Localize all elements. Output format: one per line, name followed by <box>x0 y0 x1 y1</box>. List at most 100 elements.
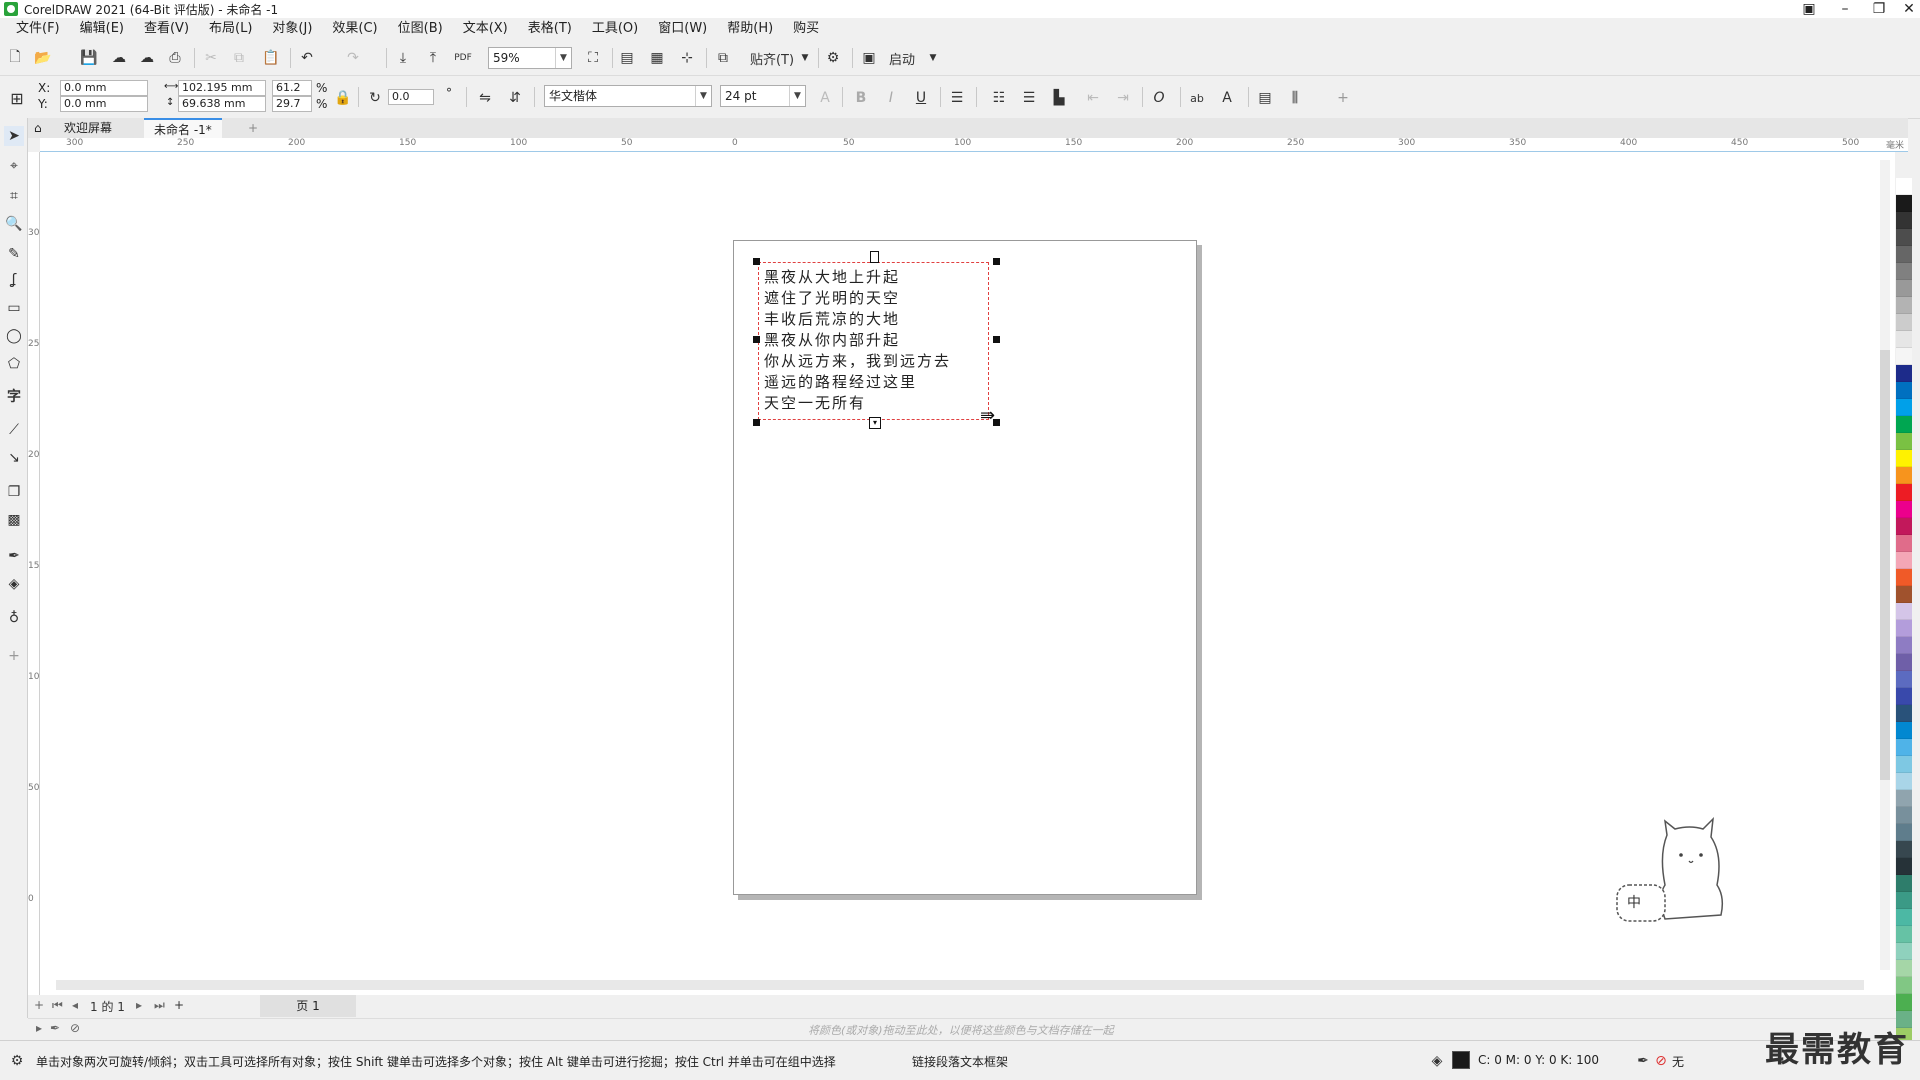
pdf-icon[interactable]: PDF <box>454 49 472 67</box>
account-icon[interactable]: ▣ <box>1792 0 1826 18</box>
parallel-dimension-icon[interactable]: ⟋ <box>4 420 24 440</box>
character-properties-icon[interactable]: A <box>1218 89 1236 107</box>
fill-icon[interactable]: ◈ <box>1428 1052 1446 1070</box>
show-grid-icon[interactable]: ▦ <box>648 49 666 67</box>
freehand-tool-icon[interactable]: ✎ <box>4 244 24 264</box>
opentype-icon[interactable]: O <box>1150 89 1168 107</box>
bullet-list-icon[interactable]: ☷ <box>990 89 1008 107</box>
width-field[interactable]: 102.195 mm <box>178 80 266 96</box>
zoom-combo[interactable]: 59% ▼ <box>488 47 572 69</box>
color-swatch[interactable] <box>1896 654 1912 671</box>
open-folder-icon[interactable]: 📂 <box>34 49 52 67</box>
outline-pen-icon[interactable]: ✒ <box>1634 1052 1652 1070</box>
new-document-icon[interactable]: 🗋 <box>6 49 24 67</box>
color-swatch[interactable] <box>1896 416 1912 433</box>
color-swatch[interactable] <box>1896 331 1912 348</box>
copy-icon[interactable]: ⧉ <box>230 49 248 67</box>
color-swatch[interactable] <box>1896 773 1912 790</box>
pick-tool-icon[interactable]: ➤ <box>4 126 24 146</box>
rotate-icon[interactable]: ↻ <box>366 89 384 107</box>
color-swatch[interactable] <box>1896 535 1912 552</box>
poem-line[interactable]: 天空一无所有 <box>764 392 866 413</box>
y-position-field[interactable]: 0.0 mm <box>60 96 148 112</box>
no-color-icon[interactable]: ⊘ <box>70 1021 80 1035</box>
color-swatch[interactable] <box>1896 603 1912 620</box>
close-button[interactable]: ✕ <box>1892 0 1920 18</box>
mirror-vertical-icon[interactable]: ⇵ <box>506 89 524 107</box>
undo-icon[interactable]: ↶ <box>298 49 316 67</box>
import-icon[interactable]: ⤓ <box>394 49 412 67</box>
last-page-icon[interactable]: ⏭ <box>154 998 165 1013</box>
menu-bitmaps[interactable]: 位图(B) <box>388 18 453 40</box>
horizontal-text-icon[interactable]: ▤ <box>1256 89 1274 107</box>
color-swatch[interactable] <box>1896 671 1912 688</box>
menu-buy[interactable]: 购买 <box>783 18 829 40</box>
menu-file[interactable]: 文件(F) <box>6 18 70 40</box>
selection-handle[interactable] <box>753 336 760 343</box>
tab-document[interactable]: 未命名 -1* <box>144 118 222 138</box>
eyedropper-icon[interactable]: ✒ <box>4 546 24 566</box>
underline-icon[interactable]: U <box>912 89 930 107</box>
polygon-tool-icon[interactable]: ⬠ <box>4 354 24 374</box>
italic-icon[interactable]: I <box>882 89 900 107</box>
crop-tool-icon[interactable]: ⌗ <box>4 186 24 206</box>
poem-line[interactable]: 你从远方来，我到远方去 <box>764 350 951 371</box>
color-swatch[interactable] <box>1896 518 1912 535</box>
menu-object[interactable]: 对象(J) <box>262 18 322 40</box>
color-swatch[interactable] <box>1896 586 1912 603</box>
color-swatch[interactable] <box>1896 212 1912 229</box>
smart-fill-icon[interactable]: ♁ <box>4 608 24 628</box>
horizontal-scrollbar[interactable] <box>56 980 1864 990</box>
color-swatch[interactable] <box>1896 280 1912 297</box>
color-swatch[interactable] <box>1896 722 1912 739</box>
decrease-indent-icon[interactable]: ⇤ <box>1084 89 1102 107</box>
cloud-upload-icon[interactable]: ☁ <box>138 49 156 67</box>
color-swatch[interactable] <box>1896 892 1912 909</box>
fill-color-swatch[interactable] <box>1452 1051 1470 1069</box>
vertical-text-icon[interactable]: ⫼ <box>1286 89 1304 107</box>
color-swatch[interactable] <box>1896 943 1912 960</box>
color-swatch[interactable] <box>1896 314 1912 331</box>
add-tool-icon[interactable]: + <box>4 646 24 666</box>
menu-window[interactable]: 窗口(W) <box>648 18 717 40</box>
document-palette[interactable]: ▸ ✒ ⊘ 将颜色(或对象)拖动至此处，以便将这些颜色与文档存储在一起 <box>28 1018 1908 1038</box>
cut-icon[interactable]: ✂ <box>202 49 220 67</box>
poem-line[interactable]: 黑夜从你内部升起 <box>764 329 900 350</box>
menu-effects[interactable]: 效果(C) <box>322 18 387 40</box>
color-swatch[interactable] <box>1896 178 1912 195</box>
no-outline-icon[interactable]: ⊘ <box>1652 1052 1670 1070</box>
color-swatch[interactable] <box>1896 450 1912 467</box>
redo-icon[interactable]: ↷ <box>344 49 362 67</box>
launch-button[interactable]: 启动 <box>884 49 920 68</box>
color-swatch[interactable] <box>1896 569 1912 586</box>
color-swatch[interactable] <box>1896 246 1912 263</box>
x-position-field[interactable]: 0.0 mm <box>60 80 148 96</box>
height-field[interactable]: 69.638 mm <box>178 96 266 112</box>
scale-x-field[interactable]: 61.2 <box>272 80 312 96</box>
color-swatch[interactable] <box>1896 620 1912 637</box>
color-swatch[interactable] <box>1896 433 1912 450</box>
vertical-ruler[interactable]: 300 250 200 150 100 50 0 <box>28 152 40 1012</box>
color-swatch[interactable] <box>1896 348 1912 365</box>
font-size-increase-icon[interactable]: A <box>816 89 834 107</box>
color-swatch[interactable] <box>1896 739 1912 756</box>
color-swatch[interactable] <box>1896 637 1912 654</box>
vertical-scroll-thumb[interactable] <box>1880 350 1890 780</box>
chevron-down-icon[interactable]: ▼ <box>924 49 942 67</box>
color-swatch[interactable] <box>1896 501 1912 518</box>
scale-y-field[interactable]: 29.7 <box>272 96 312 112</box>
horizontal-ruler[interactable]: 300 250 200 150 100 50 0 50 100 150 200 … <box>40 138 1908 152</box>
chevron-down-icon[interactable]: ▼ <box>789 86 805 106</box>
gear-icon[interactable]: ⚙ <box>8 1052 26 1070</box>
color-swatch[interactable] <box>1896 909 1912 926</box>
export-icon[interactable]: ⤒ <box>424 49 442 67</box>
chevron-down-icon[interactable]: ▼ <box>695 86 711 106</box>
color-swatch[interactable] <box>1896 705 1912 722</box>
mirror-horizontal-icon[interactable]: ⇋ <box>476 89 494 107</box>
color-swatch[interactable] <box>1896 382 1912 399</box>
drop-shadow-icon[interactable]: ❐ <box>4 482 24 502</box>
selection-handle[interactable] <box>993 258 1000 265</box>
color-palette[interactable] <box>1896 178 1912 1062</box>
transparency-icon[interactable]: ▩ <box>4 510 24 530</box>
color-swatch[interactable] <box>1896 467 1912 484</box>
